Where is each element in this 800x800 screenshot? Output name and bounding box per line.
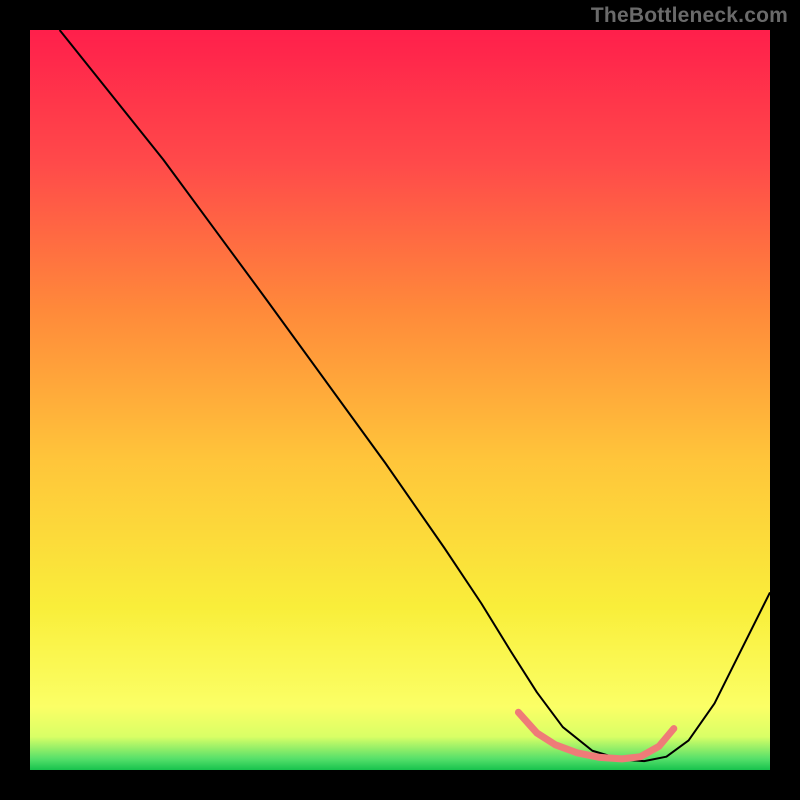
chart-container: { "watermark": "TheBottleneck.com", "cha… bbox=[0, 0, 800, 800]
gradient-background bbox=[30, 30, 770, 770]
watermark-label: TheBottleneck.com bbox=[591, 4, 788, 28]
chart-svg bbox=[0, 0, 800, 800]
